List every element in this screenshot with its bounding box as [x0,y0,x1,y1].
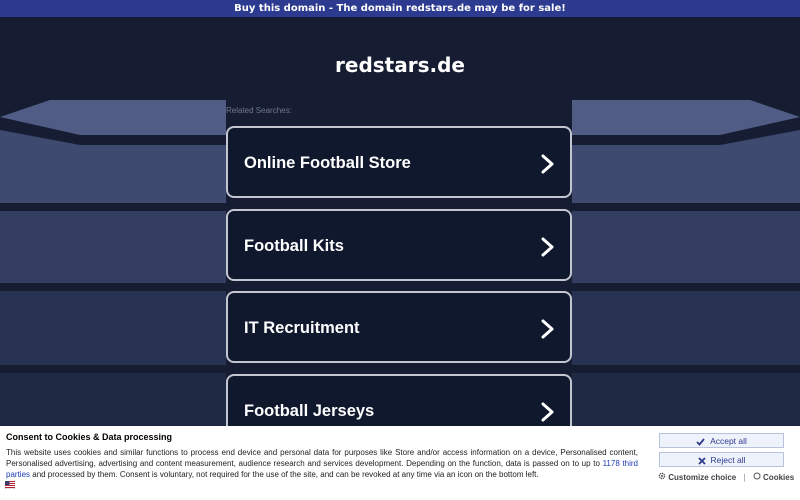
chevron-right-icon [541,402,554,422]
x-icon [697,457,706,465]
search-card-football-kits[interactable]: Football Kits [226,209,572,281]
search-card-label: Football Kits [244,237,344,255]
customize-choice-link[interactable]: Customize choice [658,472,738,482]
chevron-right-icon [541,319,554,339]
gear-icon [658,472,666,480]
accept-all-button[interactable]: Accept all [659,433,784,448]
chevron-right-icon [541,237,554,257]
search-card-label: IT Recruitment [244,319,360,337]
right-stripes [570,100,800,426]
search-card-it-recruitment[interactable]: IT Recruitment [226,291,572,363]
link-separator: | [743,473,746,482]
search-card-label: Online Football Store [244,154,411,172]
left-stripes [0,100,230,426]
chevron-right-icon [541,154,554,174]
consent-links: Customize choice | Cookies [658,472,794,482]
reject-all-label: Reject all [710,455,746,465]
cookie-icon [753,472,761,480]
flag-icon[interactable] [5,481,15,489]
search-card-online-football-store[interactable]: Online Football Store [226,126,572,198]
reject-all-button[interactable]: Reject all [659,452,784,467]
cookies-label: Cookies [763,473,795,482]
cookies-link[interactable]: Cookies [751,472,795,482]
buy-domain-banner[interactable]: Buy this domain - The domain redstars.de… [0,0,800,17]
consent-text: This website uses cookies and similar fu… [6,447,638,480]
site-title: redstars.de [335,53,465,77]
check-icon [696,438,705,446]
related-searches-label: Related Searches: [226,106,292,115]
consent-text-end: and processed by them. Consent is volunt… [30,470,539,479]
customize-choice-label: Customize choice [668,473,737,482]
consent-text-start: This website uses cookies and similar fu… [6,448,638,468]
accept-all-label: Accept all [710,436,747,446]
